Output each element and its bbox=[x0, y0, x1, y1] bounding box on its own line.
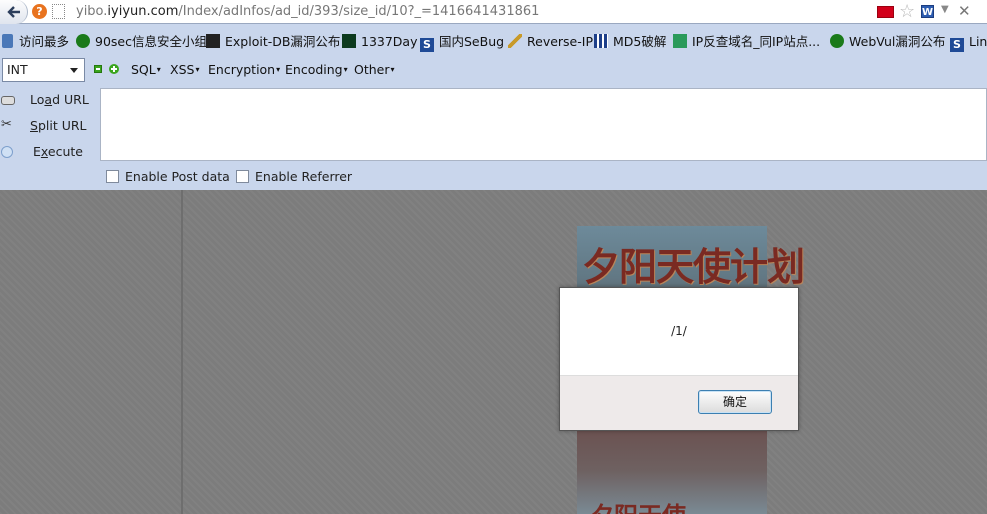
split-url-button[interactable]: ✂ Split URL bbox=[0, 115, 95, 137]
bookmark-lin[interactable]: S Lin bbox=[950, 33, 987, 52]
bookmark-icon bbox=[2, 34, 13, 48]
skull-icon bbox=[342, 34, 356, 48]
bug-icon bbox=[830, 34, 844, 48]
url-input[interactable]: yibo.iyiyun.com/Index/adInfos/ad_id/393/… bbox=[76, 4, 539, 19]
checkbox-box bbox=[236, 170, 249, 183]
caret-icon: ▾ bbox=[390, 65, 395, 74]
url-path: /Index/adInfos/ad_id/393/size_id/10?_=14… bbox=[178, 4, 540, 19]
load-url-icon bbox=[1, 96, 15, 105]
enable-post-checkbox[interactable]: Enable Post data bbox=[106, 169, 230, 185]
decrease-icon[interactable] bbox=[94, 65, 102, 73]
bookmark-exploit-db[interactable]: Exploit-DB漏洞公布 bbox=[206, 33, 340, 51]
content-divider bbox=[181, 190, 183, 514]
bug-icon bbox=[76, 34, 90, 48]
chevron-down-icon bbox=[70, 68, 78, 73]
alert-message: /1/ bbox=[671, 324, 687, 338]
back-arrow-icon bbox=[7, 6, 20, 18]
alert-footer: 确定 bbox=[560, 375, 798, 430]
menu-xss[interactable]: XSS▾ bbox=[170, 62, 199, 77]
bookmark-md5[interactable]: MD5破解 bbox=[594, 33, 666, 51]
url-prefix: yibo. bbox=[76, 4, 108, 19]
load-url-button[interactable]: Load URL bbox=[0, 89, 95, 111]
menu-encoding[interactable]: Encoding▾ bbox=[285, 62, 348, 77]
alert-dialog: /1/ 确定 bbox=[559, 287, 799, 431]
increase-icon[interactable] bbox=[109, 64, 119, 74]
ad-title: 夕阳天使计划 bbox=[582, 244, 805, 289]
execute-button[interactable]: Execute bbox=[0, 141, 95, 163]
hackbar-url-textarea[interactable] bbox=[100, 88, 987, 161]
w-extension-icon[interactable]: W bbox=[921, 5, 934, 18]
s-icon: S bbox=[420, 38, 434, 52]
caret-icon: ▾ bbox=[343, 65, 348, 74]
menu-sql[interactable]: SQL▾ bbox=[131, 62, 161, 77]
flag-icon[interactable] bbox=[877, 6, 894, 18]
pen-icon bbox=[508, 34, 522, 48]
bookmark-sebug[interactable]: S 国内SeBug bbox=[420, 33, 504, 52]
bookmark-most-visited[interactable]: 访问最多 bbox=[2, 33, 69, 51]
enable-referrer-checkbox[interactable]: Enable Referrer bbox=[236, 169, 352, 185]
url-domain: iyiyun.com bbox=[107, 4, 179, 19]
bookmark-webvul[interactable]: WebVul漏洞公布 bbox=[830, 33, 945, 51]
address-bar: ? yibo.iyiyun.com/Index/adInfos/ad_id/39… bbox=[0, 0, 987, 24]
menu-other[interactable]: Other▾ bbox=[354, 62, 395, 77]
dropdown-arrow-icon[interactable]: ▼ bbox=[941, 4, 949, 15]
bookmark-ip-reverse[interactable]: IP反查域名_同IP站点... bbox=[673, 33, 820, 51]
grid-icon bbox=[594, 34, 608, 48]
bookmarks-bar: 访问最多 90sec信息安全小组 Exploit-DB漏洞公布 1337Day … bbox=[0, 30, 987, 54]
caret-icon: ▾ bbox=[276, 65, 281, 74]
checkbox-box bbox=[106, 170, 119, 183]
back-button[interactable] bbox=[0, 0, 28, 24]
stop-icon[interactable]: ✕ bbox=[958, 2, 971, 20]
type-select[interactable]: INT bbox=[2, 58, 85, 82]
bookmark-star-icon[interactable]: ☆ bbox=[899, 2, 915, 22]
s-icon: S bbox=[950, 38, 964, 52]
ok-button[interactable]: 确定 bbox=[698, 390, 772, 414]
bookmark-1337day[interactable]: 1337Day bbox=[342, 33, 418, 51]
bookmark-reverse-ip[interactable]: Reverse-IP bbox=[508, 33, 593, 51]
exploit-icon bbox=[206, 34, 220, 48]
scissors-icon: ✂ bbox=[1, 117, 12, 132]
page-content-overlay bbox=[0, 190, 987, 514]
bookmark-90sec[interactable]: 90sec信息安全小组 bbox=[76, 33, 207, 51]
page-icon bbox=[52, 4, 65, 19]
menu-encryption[interactable]: Encryption▾ bbox=[208, 62, 280, 77]
caret-icon: ▾ bbox=[195, 65, 200, 74]
ip-icon bbox=[673, 34, 687, 48]
site-identity-icon[interactable]: ? bbox=[32, 4, 47, 19]
ad-subtitle: 夕阳天使 bbox=[590, 496, 686, 514]
play-icon bbox=[1, 146, 13, 158]
caret-icon: ▾ bbox=[156, 65, 161, 74]
